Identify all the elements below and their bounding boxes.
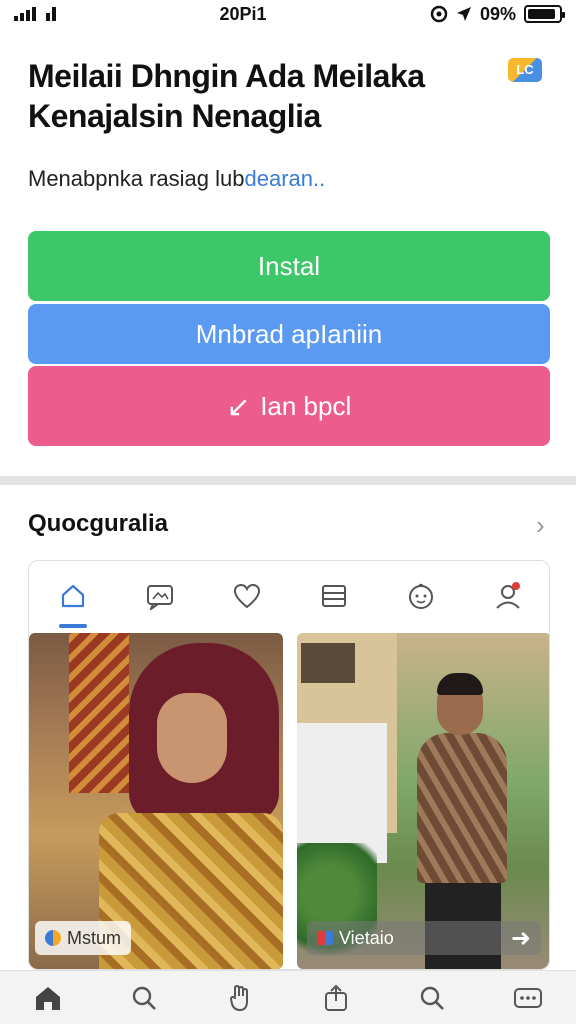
avatar-icon	[45, 930, 61, 946]
person-notification-icon	[495, 582, 520, 609]
share-button[interactable]: ↙ Ian bpcl	[28, 366, 550, 446]
batik-wall-decoration	[69, 633, 129, 793]
flag-icon	[317, 931, 333, 945]
nav-gesture[interactable]	[216, 974, 264, 1022]
battery-percent: 09%	[479, 3, 516, 24]
install-button[interactable]: Instal	[28, 231, 550, 301]
tab-kids[interactable]	[391, 566, 451, 626]
share-button-label: Ian bpcl	[260, 390, 352, 421]
photo-man-phone[interactable]: Vietaio ➜	[297, 633, 549, 969]
share-icon	[325, 984, 347, 1011]
subtitle-link[interactable]: dearan..	[244, 166, 325, 191]
search-icon	[132, 986, 156, 1010]
nav-home[interactable]	[24, 974, 72, 1022]
app-logo-icon: LC	[508, 58, 542, 82]
baby-face-icon	[408, 583, 433, 609]
chevron-right-icon[interactable]: ›	[536, 510, 545, 541]
more-icon	[514, 987, 542, 1008]
caption-text-left: Mstum	[67, 927, 121, 948]
window-shape	[301, 643, 355, 683]
wall-shape	[297, 723, 387, 863]
rotation-lock-icon	[430, 5, 448, 23]
nav-more[interactable]	[504, 974, 552, 1022]
section-title: Quocguralia	[28, 510, 169, 537]
tab-profile[interactable]	[478, 566, 538, 626]
nav-search[interactable]	[120, 974, 168, 1022]
caption-text-right: Vietaio	[339, 927, 394, 948]
hand-icon	[229, 984, 248, 1011]
nav-share[interactable]	[312, 974, 360, 1022]
battery-icon	[523, 5, 565, 23]
tab-favorites[interactable]	[217, 566, 277, 626]
tab-list[interactable]	[304, 566, 364, 626]
headline-line-1: Meilaii Dhngin Ada Meilaka	[28, 58, 425, 94]
location-icon	[456, 7, 471, 21]
arrow-right-icon[interactable]: ➜	[511, 924, 531, 953]
arrow-down-left-icon: ↙	[226, 390, 251, 422]
photo-woman-batik[interactable]: Mstum	[29, 633, 283, 969]
subtitle: Menabpnka rasiag lubdearan..	[28, 166, 325, 192]
heart-icon	[233, 583, 260, 609]
nav-search-2[interactable]	[408, 974, 456, 1022]
home-icon	[61, 584, 84, 608]
tab-messages[interactable]	[130, 566, 190, 626]
tab-bar	[29, 561, 549, 631]
gallery-card: Mstum Vietaio ➜	[28, 560, 550, 970]
page-title: Meilaii Dhngin Ada Meilaka Kenajalsin Ne…	[28, 56, 488, 136]
home-icon	[36, 986, 60, 1010]
status-time: 20Pi1	[219, 3, 267, 24]
chat-image-icon	[146, 585, 173, 610]
photo-caption-left: Mstum	[35, 921, 131, 955]
bottom-nav	[0, 970, 576, 1024]
subtitle-text: Menabpnka rasiag lub	[28, 166, 245, 191]
hair-shape	[437, 673, 483, 695]
batik-shirt-shape	[417, 733, 507, 883]
signal-icon	[14, 7, 56, 21]
status-bar: 20Pi1 09%	[0, 0, 576, 28]
list-icon	[321, 585, 346, 607]
face-shape	[157, 693, 227, 783]
tab-home[interactable]	[43, 566, 103, 628]
photo-caption-right: Vietaio ➜	[307, 921, 541, 955]
section-divider	[0, 476, 576, 485]
open-app-button[interactable]: Mnbrad apIaniin	[28, 304, 550, 364]
search-icon	[420, 986, 444, 1010]
headline-line-2: Kenajalsin Nenaglia	[28, 98, 321, 134]
